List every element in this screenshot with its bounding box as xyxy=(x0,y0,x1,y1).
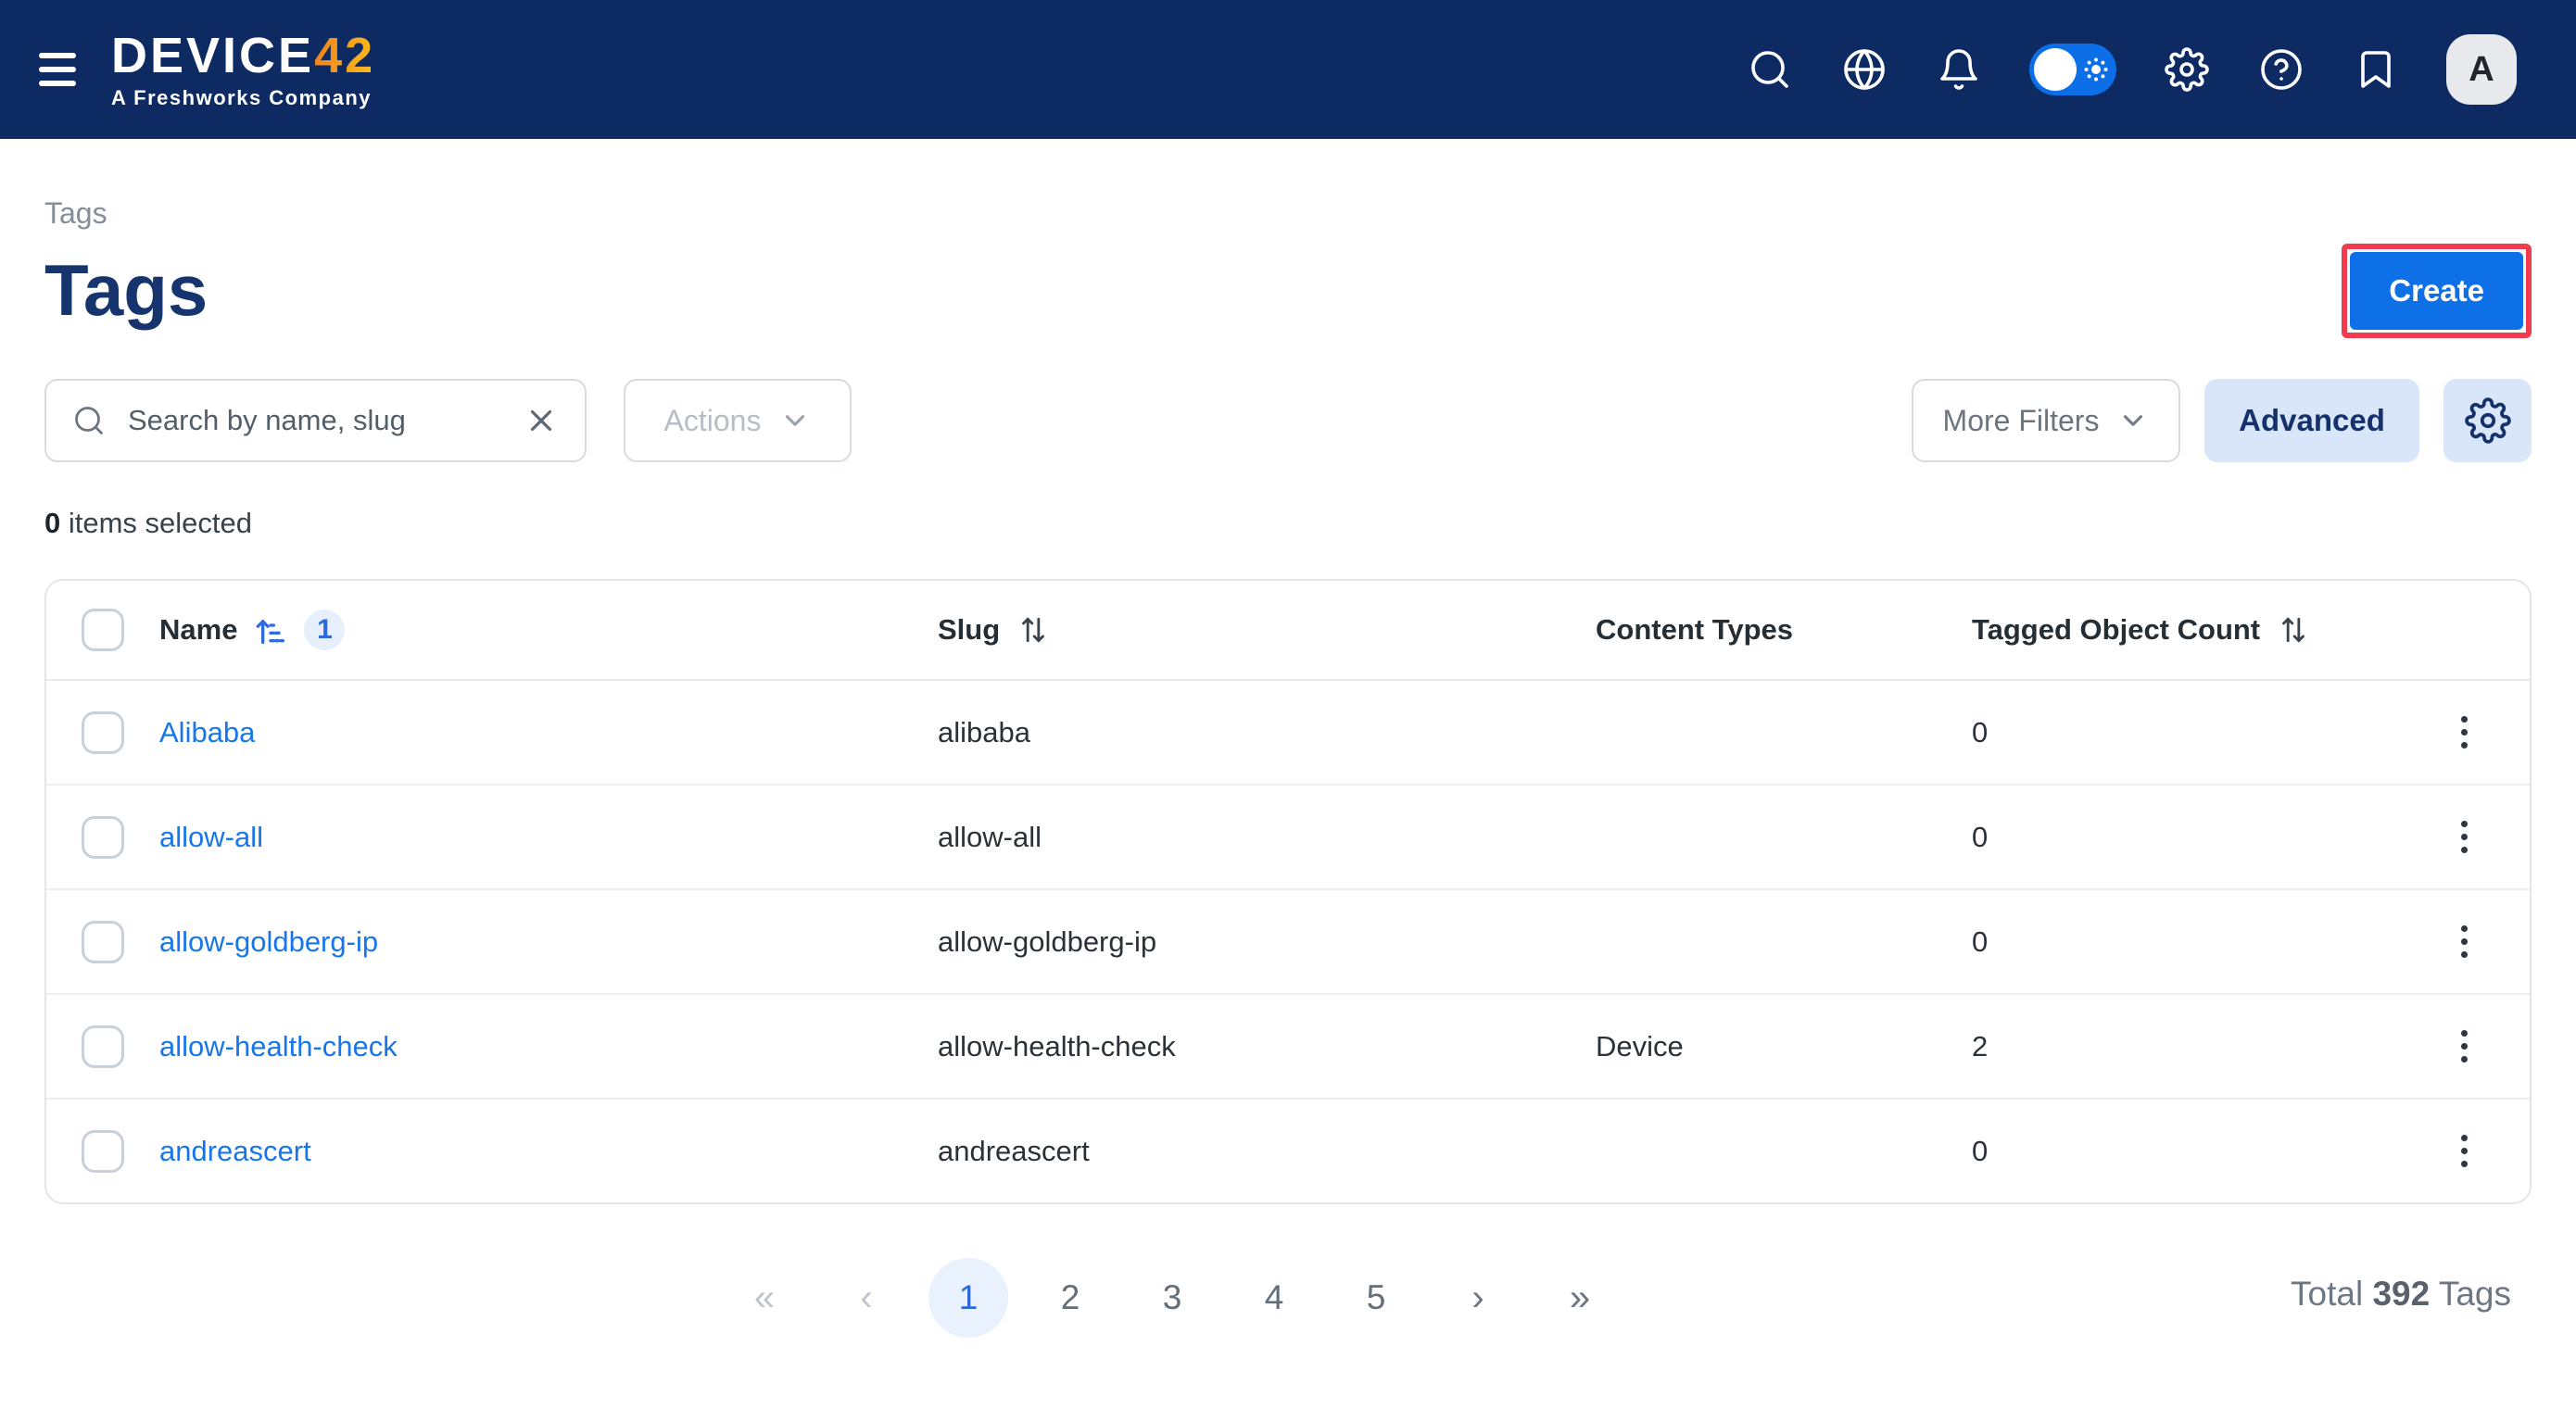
notifications-bell-icon[interactable] xyxy=(1935,45,1983,94)
row-menu-icon[interactable] xyxy=(2452,707,2477,758)
sort-updown-icon xyxy=(1015,611,1052,648)
row-checkbox[interactable] xyxy=(82,1025,124,1068)
tag-slug: andreascert xyxy=(938,1135,1596,1168)
breadcrumb: Tags xyxy=(44,196,2532,231)
clear-search-icon[interactable] xyxy=(524,403,559,438)
search-box xyxy=(44,379,587,462)
actions-label: Actions xyxy=(664,404,762,438)
help-icon[interactable] xyxy=(2257,45,2305,94)
page-title: Tags xyxy=(44,251,208,331)
select-all-checkbox[interactable] xyxy=(82,609,124,651)
chevron-down-icon xyxy=(779,405,811,436)
tag-name-link[interactable]: allow-goldberg-ip xyxy=(159,925,378,959)
user-avatar[interactable]: A xyxy=(2446,34,2517,105)
chevron-down-icon xyxy=(2117,405,2149,436)
total-count: Total 392 Tags xyxy=(2291,1275,2511,1314)
gear-icon xyxy=(2465,397,2511,444)
create-button[interactable]: Create xyxy=(2350,252,2523,330)
pagination-page-5[interactable]: 5 xyxy=(1336,1258,1416,1338)
tag-object-count: 2 xyxy=(1972,1030,2417,1063)
more-filters-dropdown[interactable]: More Filters xyxy=(1912,379,2180,462)
more-filters-label: More Filters xyxy=(1943,404,2100,438)
row-checkbox[interactable] xyxy=(82,816,124,859)
tag-content-types: Device xyxy=(1596,1030,1972,1063)
total-count-number: 392 xyxy=(2372,1275,2430,1313)
logo-42: 42 xyxy=(314,28,375,83)
top-nav: DEVICE42 A Freshworks Company xyxy=(0,0,2576,139)
column-header-content-types: Content Types xyxy=(1596,613,1972,647)
sun-icon xyxy=(2082,56,2110,83)
settings-gear-icon[interactable] xyxy=(2163,45,2211,94)
pagination-page-2[interactable]: 2 xyxy=(1030,1258,1110,1338)
table-row: allow-goldberg-ip allow-goldberg-ip 0 xyxy=(46,890,2530,995)
table-row: allow-all allow-all 0 xyxy=(46,786,2530,890)
table-settings-button[interactable] xyxy=(2443,379,2532,462)
theme-toggle[interactable] xyxy=(2029,44,2116,95)
row-checkbox[interactable] xyxy=(82,921,124,963)
tag-object-count: 0 xyxy=(1972,716,2417,749)
actions-dropdown[interactable]: Actions xyxy=(624,379,852,462)
sort-updown-icon xyxy=(2275,611,2312,648)
device42-logo: DEVICE42 A Freshworks Company xyxy=(111,31,375,108)
sort-priority-badge: 1 xyxy=(304,610,345,650)
tag-object-count: 0 xyxy=(1972,821,2417,854)
column-header-name[interactable]: Name 1 xyxy=(159,610,938,650)
tag-object-count: 0 xyxy=(1972,1135,2417,1168)
selection-count: 0 xyxy=(44,507,60,539)
pagination-prev-button[interactable]: ‹ xyxy=(827,1258,906,1338)
pagination-page-1[interactable]: 1 xyxy=(928,1258,1008,1338)
row-checkbox[interactable] xyxy=(82,1130,124,1173)
pagination-page-4[interactable]: 4 xyxy=(1234,1258,1314,1338)
toggle-knob xyxy=(2034,48,2077,91)
pagination-next-button[interactable]: › xyxy=(1438,1258,1518,1338)
logo-text: DEVIC xyxy=(111,28,278,83)
search-input[interactable] xyxy=(126,403,503,438)
column-header-tagged-object-count[interactable]: Tagged Object Count xyxy=(1972,611,2417,648)
pagination-first-button[interactable]: « xyxy=(725,1258,804,1338)
row-menu-icon[interactable] xyxy=(2452,916,2477,967)
selection-summary: 0 items selected xyxy=(44,507,2532,540)
tags-table: Name 1 Slug Content Types xyxy=(44,579,2532,1204)
row-menu-icon[interactable] xyxy=(2452,1125,2477,1176)
advanced-button[interactable]: Advanced xyxy=(2204,379,2419,462)
table-header-row: Name 1 Slug Content Types xyxy=(46,581,2530,681)
tag-slug: allow-goldberg-ip xyxy=(938,925,1596,959)
column-header-slug[interactable]: Slug xyxy=(938,611,1596,648)
tag-slug: alibaba xyxy=(938,716,1596,749)
tag-object-count: 0 xyxy=(1972,925,2417,959)
tag-slug: allow-all xyxy=(938,821,1596,854)
table-row: allow-health-check allow-health-check De… xyxy=(46,995,2530,1100)
tag-slug: allow-health-check xyxy=(938,1030,1596,1063)
table-row: Alibaba alibaba 0 xyxy=(46,681,2530,786)
tag-name-link[interactable]: Alibaba xyxy=(159,716,255,749)
pagination: « ‹ 1 2 3 4 5 › » xyxy=(725,1258,1620,1338)
tag-name-link[interactable]: allow-health-check xyxy=(159,1030,398,1063)
pagination-last-button[interactable]: » xyxy=(1540,1258,1620,1338)
row-menu-icon[interactable] xyxy=(2452,1021,2477,1072)
hamburger-menu-icon[interactable] xyxy=(39,53,76,86)
tag-name-link[interactable]: andreascert xyxy=(159,1135,311,1168)
logo-subtitle: A Freshworks Company xyxy=(111,88,375,108)
search-icon[interactable] xyxy=(1746,45,1794,94)
search-input-icon xyxy=(72,404,106,437)
tag-name-link[interactable]: allow-all xyxy=(159,821,263,854)
create-button-highlight: Create xyxy=(2342,244,2532,338)
row-menu-icon[interactable] xyxy=(2452,811,2477,862)
globe-icon[interactable] xyxy=(1840,45,1888,94)
sort-ascending-icon xyxy=(252,611,289,648)
row-checkbox[interactable] xyxy=(82,711,124,754)
table-row: andreascert andreascert 0 xyxy=(46,1100,2530,1202)
pagination-page-3[interactable]: 3 xyxy=(1132,1258,1212,1338)
bookmark-icon[interactable] xyxy=(2352,45,2400,94)
